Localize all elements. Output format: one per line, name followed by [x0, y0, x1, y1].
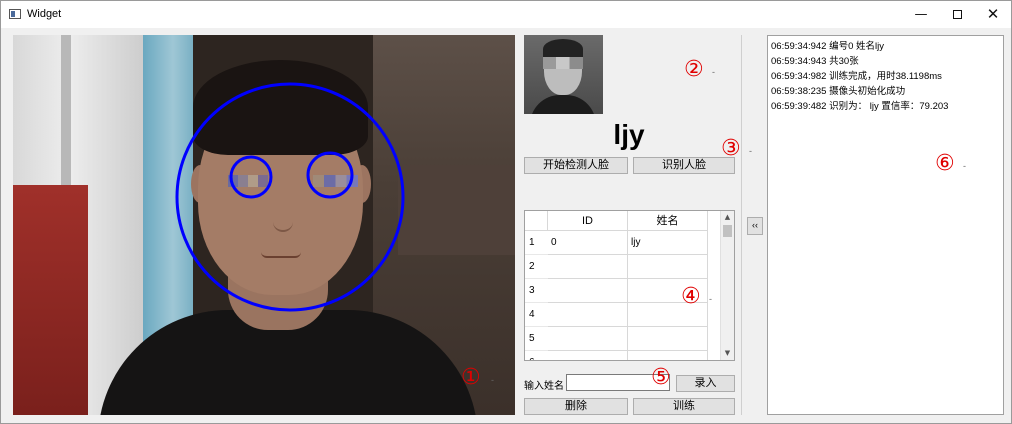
- marker-1: ①: [461, 365, 481, 390]
- table-row[interactable]: 5: [525, 327, 721, 351]
- column-header-name[interactable]: 姓名: [628, 211, 708, 231]
- face-table: ID 姓名 1 0 ljy 2 3 4 5 6: [524, 210, 735, 361]
- table-scrollbar[interactable]: ▲ ▼: [720, 211, 734, 360]
- log-line: 06:59:34:982 训练完成，用时38.1198ms: [771, 71, 942, 82]
- start-detect-button[interactable]: 开始检测人脸: [524, 157, 628, 174]
- marker-2: ②: [684, 57, 704, 82]
- recognized-name: ljy: [613, 119, 645, 150]
- log-line: 06:59:39:482 识别为： ljy 置信率：79.203: [771, 101, 949, 112]
- maximize-icon: [952, 9, 962, 19]
- enter-button[interactable]: 录入: [676, 375, 735, 392]
- log-line: 06:59:38:235 摄像头初始化成功: [771, 86, 906, 97]
- log-line: 06:59:34:943 共30张: [771, 56, 859, 67]
- marker-5: ⑤: [651, 365, 671, 390]
- face-thumbnail: [524, 35, 603, 114]
- left-eye-circle: [229, 155, 273, 199]
- maximize-button[interactable]: [939, 1, 975, 28]
- recognize-face-button[interactable]: 识别人脸: [633, 157, 735, 174]
- log-panel[interactable]: 06:59:34:942 编号0 姓名ljy 06:59:34:943 共30张…: [767, 35, 1004, 415]
- table-header: ID 姓名: [525, 211, 721, 231]
- window-title: Widget: [27, 8, 62, 20]
- main-window: Widget — ✕ ① - ② - ljy ③ - 开始检测人脸 识别人脸 I…: [0, 0, 1012, 424]
- right-eye-circle: [306, 151, 354, 199]
- name-input-label: 输入姓名: [524, 381, 564, 392]
- table-row[interactable]: 1 0 ljy: [525, 231, 721, 255]
- marker-4: ④: [681, 284, 701, 309]
- column-header-id[interactable]: ID: [548, 211, 628, 231]
- delete-button[interactable]: 删除: [524, 398, 628, 415]
- minimize-button[interactable]: —: [903, 1, 939, 28]
- detection-overlay: [175, 82, 405, 312]
- face-detection-circle: [175, 82, 405, 312]
- scroll-up-icon[interactable]: ▲: [721, 211, 734, 224]
- table-row[interactable]: 2: [525, 255, 721, 279]
- scroll-thumb[interactable]: [723, 225, 732, 237]
- title-bar: Widget — ✕: [1, 1, 1011, 28]
- scroll-down-icon[interactable]: ▼: [721, 347, 734, 360]
- table-row[interactable]: 6: [525, 351, 721, 360]
- collapse-toggle-button[interactable]: ‹‹: [747, 217, 763, 235]
- train-button[interactable]: 训练: [633, 398, 735, 415]
- splitter[interactable]: [741, 35, 742, 415]
- close-button[interactable]: ✕: [975, 1, 1011, 28]
- marker-6: ⑥: [935, 151, 955, 176]
- log-line: 06:59:34:942 编号0 姓名ljy: [771, 41, 885, 52]
- camera-view: [13, 35, 515, 415]
- app-icon: [9, 9, 21, 19]
